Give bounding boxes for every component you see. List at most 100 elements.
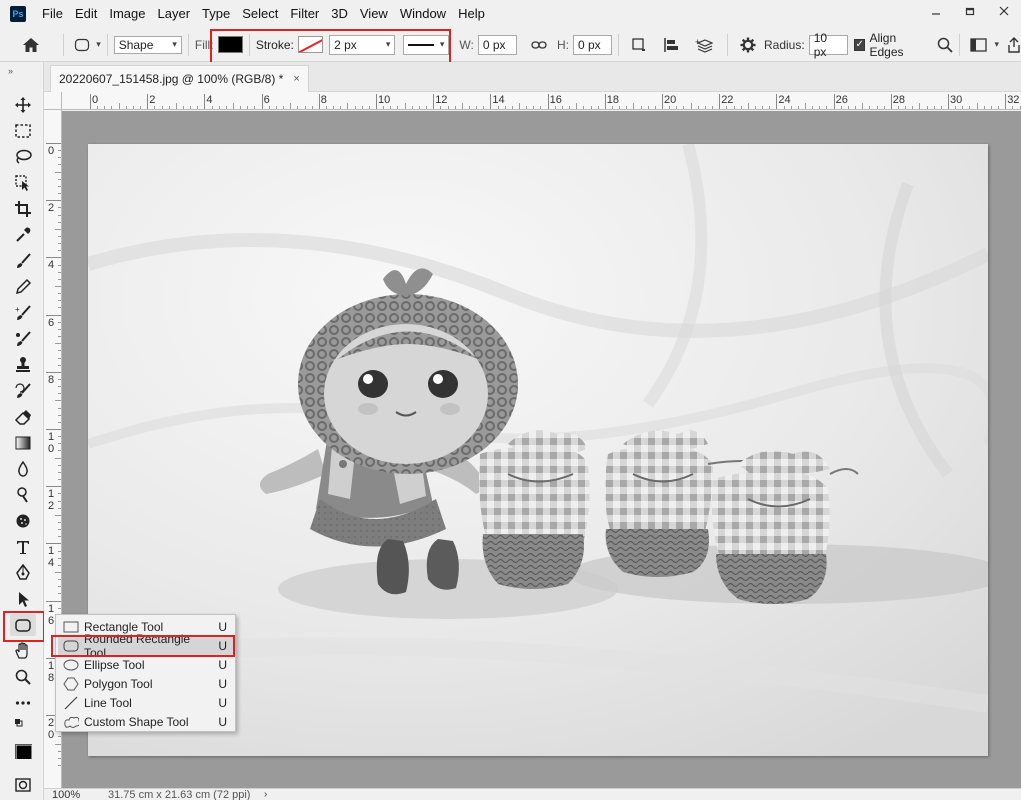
history-brush-tool[interactable] bbox=[10, 380, 36, 402]
menu-type[interactable]: Type bbox=[196, 0, 236, 28]
tool-mode-select[interactable]: Shape ▾ bbox=[113, 35, 182, 54]
geometry-options-button[interactable] bbox=[740, 37, 756, 53]
edit-toolbar-button[interactable] bbox=[10, 692, 36, 714]
swap-colors-controls[interactable] bbox=[6, 718, 36, 732]
healing-brush-tool[interactable] bbox=[10, 250, 36, 272]
menu-filter[interactable]: Filter bbox=[284, 0, 325, 28]
gradient-tool[interactable] bbox=[10, 432, 36, 454]
width-input[interactable]: 0 px bbox=[477, 34, 517, 55]
ruler-minor-tick bbox=[669, 106, 671, 109]
radius-input[interactable]: 10 px bbox=[808, 31, 848, 59]
ruler-tick-label: 8 bbox=[320, 94, 327, 106]
height-input[interactable]: 0 px bbox=[572, 34, 613, 55]
ruler-minor-tick bbox=[712, 106, 714, 109]
object-selection-tool[interactable] bbox=[10, 172, 36, 194]
ruler-major-tick bbox=[547, 94, 549, 109]
pencil-tool[interactable] bbox=[10, 276, 36, 298]
home-button[interactable] bbox=[18, 33, 43, 57]
menu-select[interactable]: Select bbox=[236, 0, 284, 28]
ruler-minor-tick bbox=[619, 106, 621, 109]
ruler-origin[interactable] bbox=[44, 92, 62, 110]
tools-panel: » + bbox=[0, 62, 44, 800]
menu-edit[interactable]: Edit bbox=[69, 0, 103, 28]
ruler-minor-tick bbox=[418, 106, 420, 109]
type-tool[interactable] bbox=[10, 536, 36, 558]
status-menu-arrow[interactable]: › bbox=[264, 789, 267, 800]
ruler-major-tick bbox=[776, 94, 778, 109]
blur-tool[interactable] bbox=[10, 458, 36, 480]
marquee-tool[interactable] bbox=[10, 120, 36, 142]
move-tool[interactable] bbox=[10, 94, 36, 116]
ruler-tick-label: 20 bbox=[664, 94, 677, 106]
share-button[interactable] bbox=[1007, 36, 1021, 53]
quick-mask-button[interactable] bbox=[10, 774, 36, 796]
lasso-tool[interactable] bbox=[10, 146, 36, 168]
ruler-minor-tick bbox=[869, 106, 871, 109]
ruler-minor-tick bbox=[740, 106, 742, 109]
ruler-minor-tick bbox=[998, 106, 1000, 109]
sponge-tool[interactable] bbox=[10, 510, 36, 532]
menu-view[interactable]: View bbox=[354, 0, 394, 28]
menu-window[interactable]: Window bbox=[394, 0, 452, 28]
path-arrangement-button[interactable]: + bbox=[695, 37, 714, 53]
width-label: W: bbox=[459, 37, 474, 52]
document-tab[interactable]: 20220607_151458.jpg @ 100% (RGB/8) * × bbox=[50, 65, 309, 92]
path-selection-tool[interactable] bbox=[10, 588, 36, 610]
pen-tool[interactable] bbox=[10, 562, 36, 584]
restore-button[interactable] bbox=[953, 0, 987, 22]
search-button[interactable] bbox=[937, 37, 954, 53]
gradient-icon bbox=[15, 436, 31, 450]
clone-stamp-brush-tool[interactable]: + bbox=[10, 302, 36, 324]
ruler-major-tick bbox=[46, 429, 61, 430]
path-alignment-button[interactable] bbox=[663, 37, 679, 53]
zoom-level[interactable]: 100% bbox=[52, 789, 80, 800]
ruler-minor-tick bbox=[847, 106, 849, 109]
sponge-icon bbox=[16, 514, 30, 528]
minimize-button[interactable] bbox=[919, 0, 953, 22]
polygon-tool-item[interactable]: Polygon Tool U bbox=[58, 674, 233, 693]
flyout-item-label: Polygon Tool bbox=[84, 676, 153, 691]
workspace-button[interactable]: ▾ bbox=[970, 37, 999, 52]
ruler-major-tick bbox=[433, 94, 435, 109]
hand-tool[interactable] bbox=[10, 640, 36, 662]
eraser-tool[interactable] bbox=[10, 406, 36, 428]
ruler-minor-tick bbox=[55, 286, 61, 287]
ruler-minor-tick bbox=[275, 106, 277, 109]
ellipse-tool-item[interactable]: Ellipse Tool U bbox=[58, 655, 233, 674]
link-dimensions-button[interactable] bbox=[531, 40, 547, 50]
brush-icon bbox=[17, 253, 31, 268]
tool-preset-picker[interactable]: ▾ bbox=[74, 38, 101, 52]
line-tool-item[interactable]: Line Tool U bbox=[58, 693, 233, 712]
marquee-icon bbox=[15, 124, 31, 138]
ruler-tick-label: 10 bbox=[47, 431, 55, 455]
ruler-minor-tick bbox=[526, 106, 528, 109]
menu-image[interactable]: Image bbox=[103, 0, 151, 28]
custom-shape-tool-item[interactable]: Custom Shape Tool U bbox=[58, 712, 233, 731]
crop-tool[interactable] bbox=[10, 198, 36, 220]
ruler-minor-tick bbox=[104, 106, 106, 109]
color-swatches[interactable] bbox=[8, 734, 38, 766]
ruler-minor-tick bbox=[197, 106, 199, 109]
menu-3d[interactable]: 3D bbox=[325, 0, 354, 28]
path-operations-button[interactable] bbox=[631, 37, 647, 53]
ruler-major-tick bbox=[46, 314, 61, 316]
collapse-panel-icon[interactable]: » bbox=[8, 66, 13, 76]
menu-help[interactable]: Help bbox=[452, 0, 491, 28]
menu-layer[interactable]: Layer bbox=[152, 0, 197, 28]
horizontal-ruler[interactable]: 0 2 4 6 8 10 12 14 16 18 20 22 24 26 28 30 32 bbox=[62, 92, 1021, 110]
brush-plus-icon: + bbox=[15, 305, 31, 320]
dodge-tool[interactable] bbox=[10, 484, 36, 506]
ruler-minor-tick bbox=[647, 106, 649, 109]
close-tab-icon[interactable]: × bbox=[293, 73, 299, 85]
menu-file[interactable]: File bbox=[36, 0, 69, 28]
eyedropper-tool[interactable] bbox=[10, 224, 36, 246]
align-edges-checkbox[interactable]: ✓ Align Edges bbox=[853, 31, 932, 59]
zoom-tool[interactable] bbox=[10, 666, 36, 688]
close-window-button[interactable] bbox=[987, 0, 1021, 22]
ruler-minor-tick bbox=[55, 400, 61, 402]
document-tabs: 20220607_151458.jpg @ 100% (RGB/8) * × bbox=[44, 62, 1021, 92]
gear-icon bbox=[740, 37, 756, 52]
stamp-tool[interactable] bbox=[10, 354, 36, 376]
photoshop-logo-icon: Ps bbox=[10, 6, 26, 22]
mixer-brush-tool[interactable] bbox=[10, 328, 36, 350]
